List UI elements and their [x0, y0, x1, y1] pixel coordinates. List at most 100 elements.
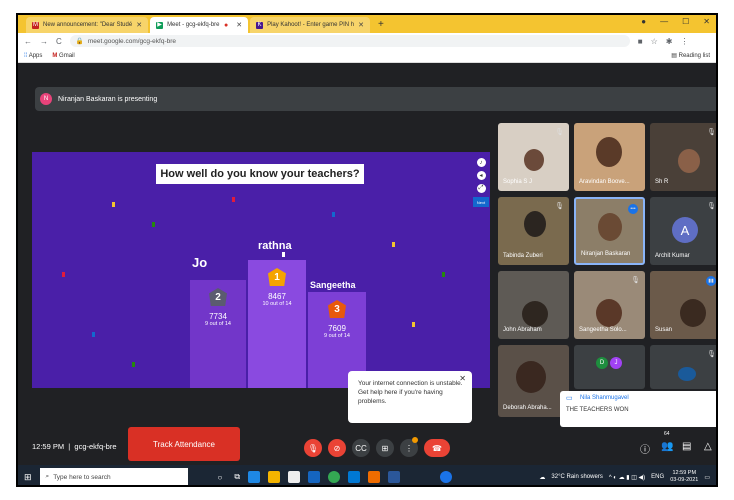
new-tab-button[interactable]: +: [372, 17, 390, 33]
participant-tile[interactable]: John Abraham: [498, 271, 569, 339]
participant-tile[interactable]: 🎙: [650, 345, 716, 389]
participant-tile[interactable]: Aravindan Boove...: [574, 123, 645, 191]
present-button[interactable]: ⊞: [376, 439, 394, 457]
presenting-banner: N Niranjan Baskaran is presenting: [35, 87, 716, 111]
podium-points: 7734: [209, 312, 227, 321]
tab-kahoot[interactable]: K Play Kahoot! - Enter game PIN h ✕: [250, 17, 370, 33]
shared-screen: How well do you know your teachers? ♪ ◂ …: [32, 152, 490, 388]
bookmark-apps[interactable]: ⁞⁞ Apps: [24, 53, 42, 59]
close-icon[interactable]: ✕: [459, 374, 466, 383]
avatar: D: [596, 357, 608, 369]
mail-icon[interactable]: [348, 471, 361, 483]
fullscreen-icon[interactable]: ⤢: [476, 184, 486, 193]
leave-call-button[interactable]: ☎: [424, 439, 450, 457]
participant-tile[interactable]: D J: [574, 345, 645, 389]
store-icon[interactable]: [288, 471, 301, 483]
more-options-icon[interactable]: •••: [628, 204, 638, 214]
info-icon[interactable]: ⓘ: [640, 441, 650, 456]
bookmarks-bar: ⁞⁞ Apps M Gmail ▤ Reading list: [18, 49, 716, 63]
question-title: How well do you know your teachers?: [156, 164, 364, 184]
next-button[interactable]: Next: [473, 197, 489, 207]
clock[interactable]: 12:59 PM 03-09-2021: [670, 470, 698, 484]
chat-icon[interactable]: ▤: [682, 441, 691, 452]
people-icon[interactable]: 👥: [661, 441, 673, 452]
chat-notification[interactable]: ▭ Nila Shanmugavel THE TEACHERS WON: [560, 391, 716, 427]
word-icon[interactable]: [388, 471, 401, 483]
windows-start-icon[interactable]: ⊞: [24, 472, 32, 483]
participant-tile[interactable]: Deborah Abraha...: [498, 345, 569, 417]
back-icon[interactable]: ←: [24, 37, 32, 46]
participant-video: [596, 137, 622, 167]
chat-sender: Nila Shanmugavel: [580, 395, 629, 401]
reading-list[interactable]: ▤ Reading list: [671, 52, 710, 59]
star-icon[interactable]: ☆: [651, 37, 658, 46]
bookmark-gmail[interactable]: M Gmail: [52, 53, 74, 59]
close-icon[interactable]: ✕: [236, 21, 242, 29]
mic-off-icon: 🎙: [707, 129, 716, 136]
participant-tile[interactable]: 🎙 Sophia S J: [498, 123, 569, 191]
window-close-button[interactable]: ✕: [703, 17, 710, 26]
confetti: [112, 202, 115, 207]
extensions-icon[interactable]: ✱: [666, 37, 673, 46]
music-icon[interactable]: ♪: [476, 158, 486, 167]
podium-second: 2 7734 9 out of 14: [190, 280, 246, 388]
taskbar-search[interactable]: ⌕ Type here to search: [39, 468, 188, 485]
reload-icon[interactable]: C: [56, 37, 62, 46]
participant-video: [678, 367, 696, 381]
podium-name-first: rathna: [258, 240, 292, 252]
url-text: meet.google.com/gcg-ekfq-bre: [87, 37, 177, 45]
chrome-icon[interactable]: [328, 471, 341, 483]
tab-classroom[interactable]: M New announcement: "Dear Studé ✕: [26, 17, 149, 33]
volume-icon[interactable]: ◂: [476, 171, 486, 180]
activities-icon[interactable]: △: [704, 441, 712, 452]
meeting-controls-bar: 12:59 PM | gcg-ekfq-bre Track Attendance…: [18, 427, 716, 465]
minimize-button[interactable]: —: [660, 17, 668, 26]
language[interactable]: ENG: [651, 474, 664, 480]
edge-icon[interactable]: [248, 471, 261, 483]
weather-text[interactable]: 32°C Rain showers: [551, 474, 602, 480]
podium-name-second: Jo: [192, 255, 208, 270]
notifications-icon[interactable]: ▭: [704, 474, 710, 481]
cortana-icon[interactable]: ○: [218, 473, 223, 482]
participant-tile-active-speaker[interactable]: ••• Niranjan Baskaran: [574, 197, 645, 265]
close-icon[interactable]: ✕: [358, 21, 364, 29]
avatar: A: [672, 217, 698, 243]
tab-meet[interactable]: ▶ Meet - gcg-ekfq-bre ● ✕: [150, 17, 249, 33]
participant-tile[interactable]: 🎙 Sh R: [650, 123, 716, 191]
mic-off-button[interactable]: 🎙: [304, 439, 322, 457]
participant-name: Aravindan Boove...: [579, 179, 630, 185]
app-icon[interactable]: [368, 471, 381, 483]
confetti: [152, 222, 155, 227]
file-explorer-icon[interactable]: [268, 471, 281, 483]
meeting-info: 12:59 PM | gcg-ekfq-bre: [32, 442, 117, 451]
confetti: [62, 272, 65, 277]
close-icon[interactable]: ✕: [136, 21, 142, 29]
omnibox[interactable]: 🔒 meet.google.com/gcg-ekfq-bre: [69, 35, 630, 47]
task-view-icon[interactable]: ⧉: [234, 472, 240, 482]
participant-tile[interactable]: 🎙 Sangeetha Solo...: [574, 271, 645, 339]
presenting-text: Niranjan Baskaran is presenting: [58, 95, 158, 103]
participant-tile[interactable]: 🎙 Tabinda Zuberi: [498, 197, 569, 265]
search-icon: ⌕: [45, 473, 50, 480]
confetti: [92, 332, 95, 337]
dropbox-icon[interactable]: [308, 471, 321, 483]
maximize-button[interactable]: ☐: [682, 17, 689, 26]
forward-icon[interactable]: →: [40, 37, 48, 46]
tab-strip: M New announcement: "Dear Studé ✕ ▶ Meet…: [18, 15, 716, 33]
avatar: N: [40, 93, 52, 105]
help-icon[interactable]: [440, 471, 453, 483]
participant-tile[interactable]: ▮▮ Susan: [650, 271, 716, 339]
camera-icon[interactable]: ■: [638, 37, 643, 46]
track-attendance-button[interactable]: Track Attendance: [128, 427, 240, 461]
recording-dot-icon: ●: [223, 21, 229, 29]
avatar: J: [610, 357, 622, 369]
profile-icon[interactable]: ●: [641, 17, 646, 26]
menu-icon[interactable]: ⋮: [681, 37, 689, 46]
camera-off-button[interactable]: ⊘: [328, 439, 346, 457]
tray-icons[interactable]: ^ ◐ ☁ ▮ ◫ ◀): [609, 474, 645, 481]
system-tray: ☁ 32°C Rain showers ^ ◐ ☁ ▮ ◫ ◀) ENG 12:…: [539, 470, 710, 484]
participant-tile[interactable]: A 🎙 Archit Kumar: [650, 197, 716, 265]
rank-badge: 1: [268, 268, 286, 286]
captions-button[interactable]: CC: [352, 439, 370, 457]
podium-points: 7609: [328, 324, 346, 333]
